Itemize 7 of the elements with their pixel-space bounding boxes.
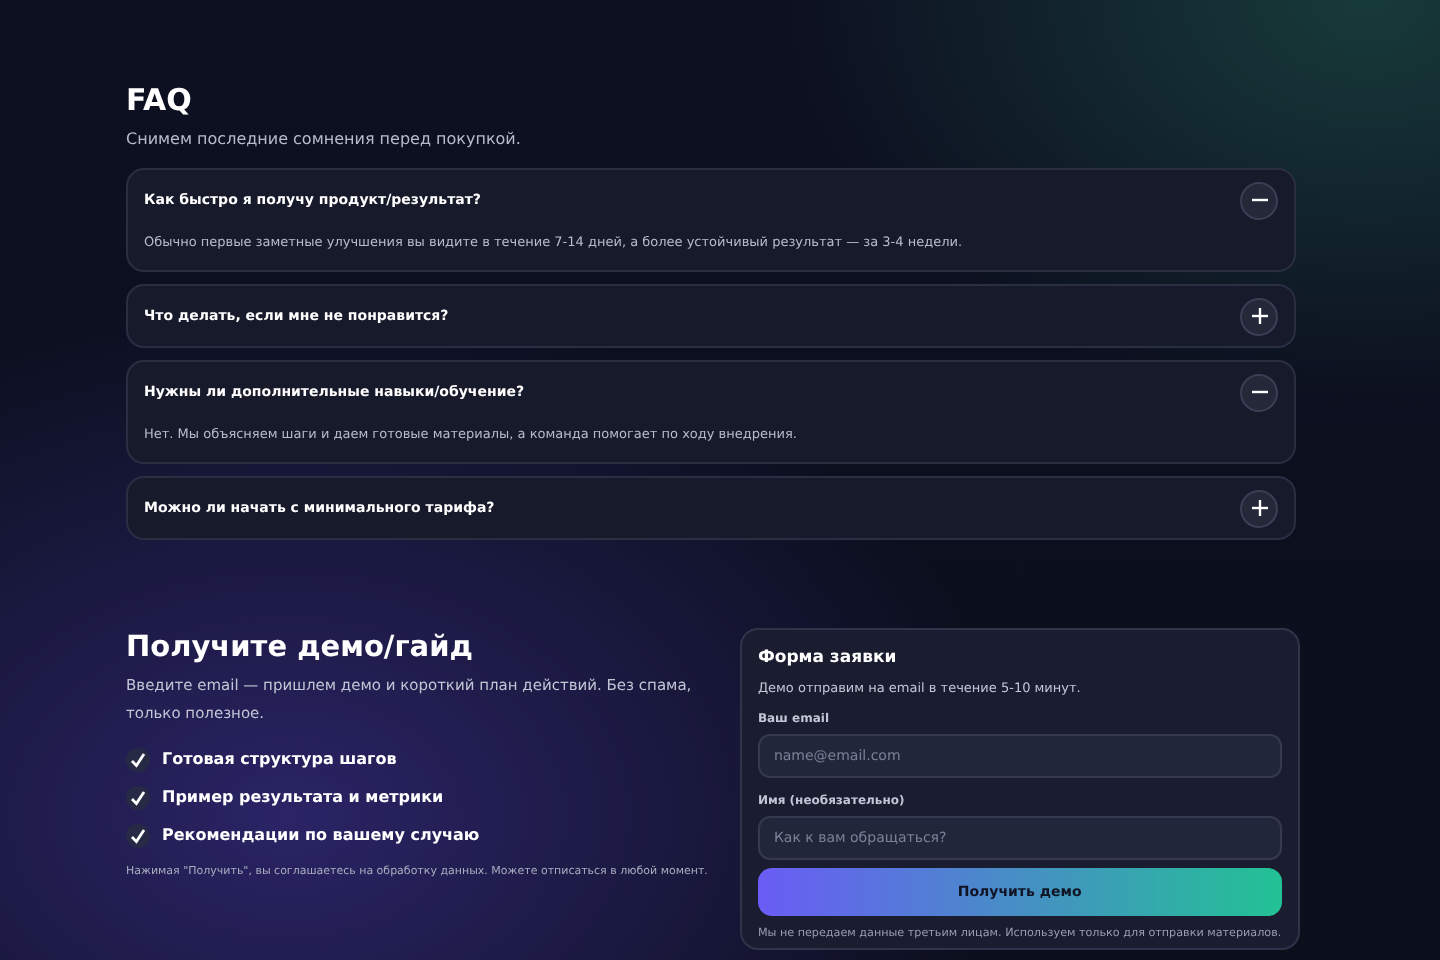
faq-title: FAQ <box>126 80 194 120</box>
benefit-text: Пример результата и метрики <box>162 788 444 806</box>
benefit-text: Готовая структура шагов <box>162 750 397 768</box>
benefit-text: Рекомендации по вашему случаю <box>162 826 480 844</box>
demo-title: Получите демо/гайд <box>126 630 475 668</box>
form-title: Форма заявки <box>757 648 899 668</box>
faq-subtitle: Снимем последние сомнения перед покупкой. <box>126 130 523 148</box>
